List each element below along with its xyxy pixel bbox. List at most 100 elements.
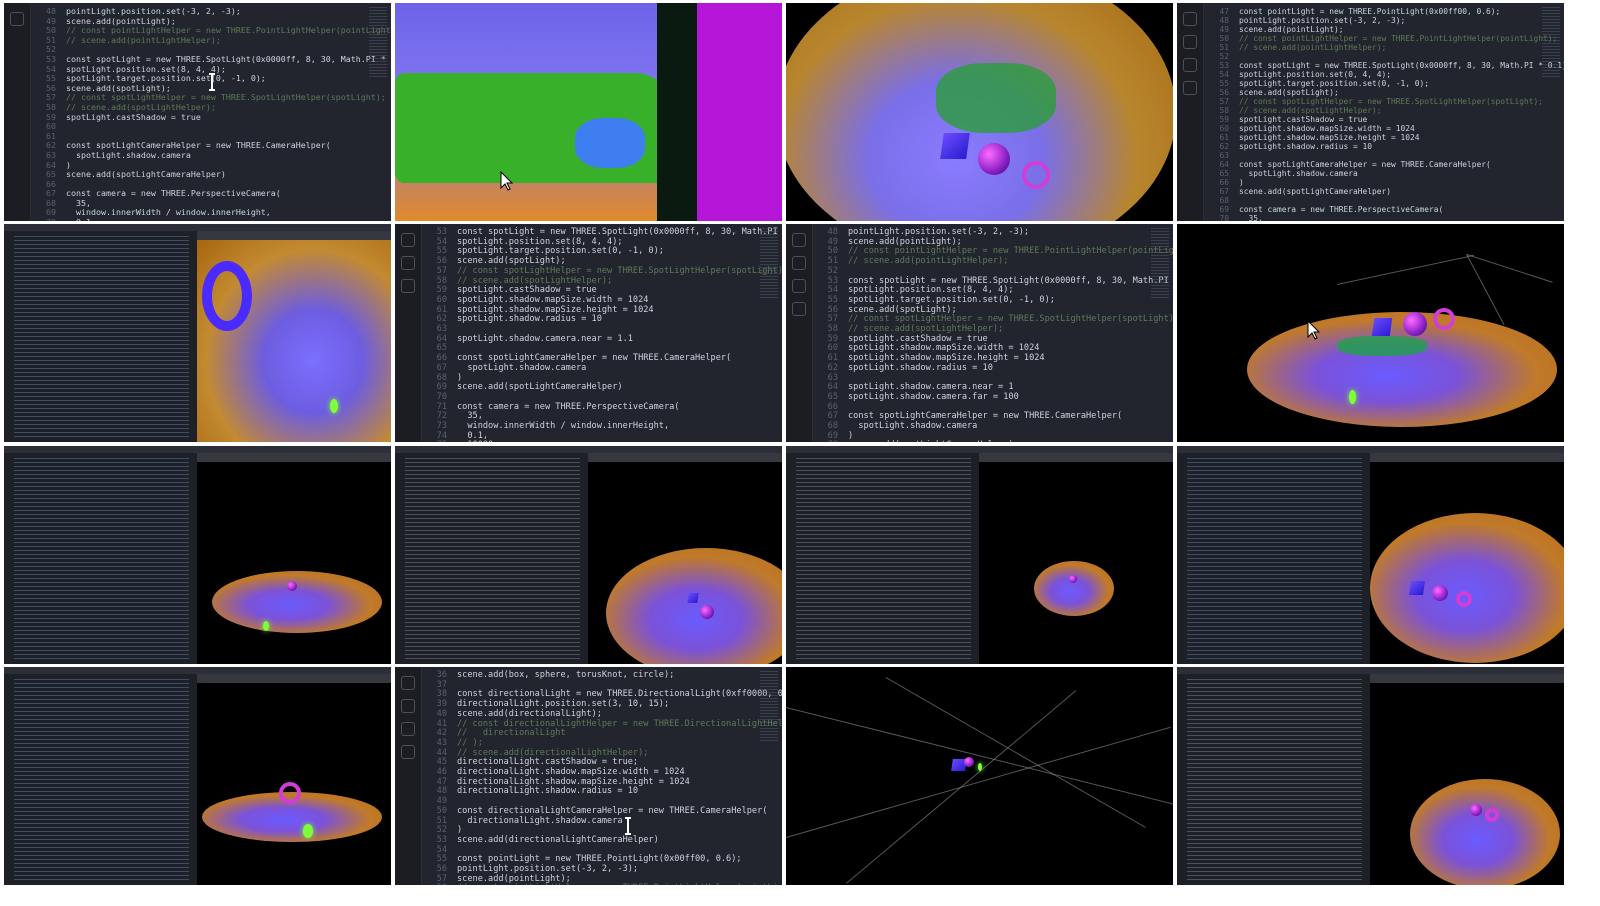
code-line[interactable]: 48 directionalLight.shadow.radius = 10 bbox=[425, 787, 756, 797]
code-text[interactable]: const camera = new THREE.PerspectiveCame… bbox=[457, 402, 679, 412]
code-text[interactable]: spotLight.position.set(8, 4, 4); bbox=[457, 237, 623, 247]
code-text[interactable]: directionalLight.castShadow = true; bbox=[457, 757, 638, 767]
code-lines[interactable]: 48 pointLight.position.set(-3, 2, -3); 49 s… bbox=[34, 6, 391, 221]
minimap[interactable] bbox=[1542, 7, 1560, 77]
minimap[interactable] bbox=[760, 228, 778, 298]
threejs-canvas[interactable] bbox=[786, 667, 1173, 885]
code-text[interactable]: spotLight.target.position.set(0, -1, 0); bbox=[848, 295, 1055, 305]
code-lines[interactable]: 53 const spotLight = new THREE.SpotLight(… bbox=[425, 227, 782, 442]
search-icon[interactable] bbox=[792, 256, 806, 270]
code-text[interactable]: spotLight.position.set(8, 4, 4); bbox=[848, 285, 1014, 295]
code-text[interactable]: directionalLight.shadow.radius = 10 bbox=[457, 786, 638, 797]
code-text[interactable]: // const spotLightHelper = new THREE.Spo… bbox=[1239, 97, 1543, 106]
code-text[interactable]: spotLight.target.position.set(0, -1, 0); bbox=[457, 246, 664, 257]
code-text[interactable]: spotLight.shadow.radius = 10 bbox=[1239, 142, 1372, 151]
code-editor[interactable]: 48 pointLight.position.set(-3, 2, -3); 49 s… bbox=[4, 3, 391, 221]
code-line[interactable]: 63 bbox=[1207, 151, 1538, 160]
code-line[interactable]: 69 const camera = new THREE.PerspectiveCa… bbox=[1207, 205, 1538, 214]
code-text[interactable]: pointLight.position.set(-3, 2, -3); bbox=[848, 227, 1029, 237]
browser-toolbar[interactable] bbox=[979, 453, 1173, 462]
code-text[interactable]: const spotLight = new THREE.SpotLight(0x… bbox=[457, 227, 782, 237]
browser-toolbar[interactable] bbox=[197, 674, 391, 683]
code-text[interactable]: // scene.add(directionalLightHelper); bbox=[457, 748, 648, 758]
code-text[interactable]: directionalLight.shadow.mapSize.height =… bbox=[457, 777, 690, 787]
minimap[interactable] bbox=[1151, 228, 1169, 298]
code-text[interactable]: spotLight.shadow.camera.near = 1.1 bbox=[457, 334, 633, 344]
code-line[interactable]: 64 const spotLightCameraHelper = new THRE… bbox=[1207, 160, 1538, 169]
browser-toolbar[interactable] bbox=[1370, 453, 1564, 462]
code-text[interactable]: // directionalLight bbox=[457, 728, 566, 738]
code-text[interactable]: spotLight.target.position.set(0, -1, 0); bbox=[1239, 79, 1429, 88]
minimap[interactable] bbox=[369, 7, 387, 77]
code-text[interactable]: spotLight.castShadow = true bbox=[848, 334, 988, 344]
code-text[interactable]: ) bbox=[457, 825, 462, 835]
search-icon[interactable] bbox=[401, 699, 415, 713]
extensions-icon[interactable] bbox=[401, 745, 415, 759]
code-line[interactable]: 54 spotLight.position.set(0, 4, 4); bbox=[1207, 70, 1538, 79]
code-text[interactable]: 10000 bbox=[457, 440, 493, 442]
code-line[interactable]: 49 scene.add(pointLight); bbox=[1207, 25, 1538, 34]
search-icon[interactable] bbox=[1183, 35, 1197, 49]
code-line[interactable]: 62 spotLight.shadow.radius = 10 bbox=[816, 363, 1147, 374]
code-line[interactable]: 55 spotLight.target.position.set(0, -1, 0… bbox=[1207, 79, 1538, 88]
browser-toolbar[interactable] bbox=[1370, 674, 1564, 683]
browser-window[interactable] bbox=[197, 453, 391, 664]
search-icon[interactable] bbox=[401, 256, 415, 270]
threejs-canvas[interactable] bbox=[786, 3, 1173, 221]
code-text[interactable]: // const pointLightHelper = new THREE.Po… bbox=[457, 883, 782, 885]
code-text[interactable]: // const directionalLightHelper = new TH… bbox=[457, 719, 782, 729]
browser-window[interactable] bbox=[197, 674, 391, 885]
code-text[interactable]: spotLight.shadow.camera bbox=[66, 150, 191, 160]
threejs-canvas[interactable] bbox=[395, 3, 782, 221]
code-text[interactable]: scene.add(directionalLightCameraHelper) bbox=[457, 835, 659, 845]
code-line[interactable]: 59 spotLight.castShadow = true bbox=[1207, 115, 1538, 124]
code-lines[interactable]: 36 scene.add(box, sphere, torusKnot, circ… bbox=[425, 670, 782, 885]
code-line[interactable]: 70 0.1, bbox=[34, 217, 365, 221]
code-text[interactable]: scene.add(pointLight); bbox=[1239, 25, 1344, 34]
code-text[interactable]: scene.add(spotLightCameraHelper) bbox=[848, 440, 1014, 442]
code-text[interactable]: scene.add(pointLight); bbox=[848, 237, 962, 247]
git-icon[interactable] bbox=[401, 279, 415, 293]
code-text[interactable]: spotLight.shadow.camera bbox=[848, 421, 977, 431]
code-text[interactable]: spotLight.shadow.camera.near = 1 bbox=[848, 382, 1014, 392]
code-line[interactable]: 65 scene.add(spotLightCameraHelper) bbox=[34, 169, 365, 180]
code-text[interactable]: 35, bbox=[1239, 214, 1263, 221]
code-text[interactable]: // const pointLightHelper = new THREE.Po… bbox=[1239, 34, 1557, 43]
code-text[interactable]: const spotLight = new THREE.SpotLight(0x… bbox=[848, 276, 1173, 286]
code-line[interactable]: 62 spotLight.shadow.radius = 10 bbox=[1207, 142, 1538, 151]
code-text[interactable]: scene.add(spotLightCameraHelper) bbox=[1239, 187, 1391, 196]
code-text[interactable]: spotLight.position.set(8, 4, 4); bbox=[66, 64, 226, 74]
code-text[interactable]: spotLight.shadow.mapSize.height = 1024 bbox=[457, 305, 654, 315]
code-line[interactable]: 61 spotLight.shadow.mapSize.height = 1024 bbox=[1207, 133, 1538, 142]
code-text[interactable]: ) bbox=[457, 373, 462, 383]
code-text[interactable]: const pointLight = new THREE.PointLight(… bbox=[1239, 7, 1500, 16]
code-text[interactable]: 35, bbox=[457, 411, 483, 422]
code-text[interactable]: spotLight.shadow.radius = 10 bbox=[457, 314, 602, 324]
code-text[interactable]: scene.add(pointLight); bbox=[457, 874, 571, 884]
code-text[interactable]: scene.add(directionalLight); bbox=[457, 709, 602, 719]
code-text[interactable]: 0.1, bbox=[457, 431, 488, 441]
code-panel[interactable] bbox=[405, 458, 580, 660]
git-icon[interactable] bbox=[401, 722, 415, 736]
code-text[interactable]: ) bbox=[66, 160, 71, 170]
code-text[interactable]: spotLight.shadow.camera.far = 100 bbox=[848, 392, 1019, 402]
file-icon[interactable] bbox=[792, 233, 806, 247]
code-text[interactable]: window.innerWidth / window.innerHeight, bbox=[457, 421, 669, 431]
code-text[interactable]: const spotLightCameraHelper = new THREE.… bbox=[848, 411, 1122, 422]
code-text[interactable]: spotLight.shadow.camera bbox=[1239, 169, 1358, 178]
code-panel[interactable] bbox=[14, 679, 189, 881]
code-text[interactable]: scene.add(spotLight); bbox=[457, 256, 566, 266]
code-text[interactable]: const pointLight = new THREE.PointLight(… bbox=[457, 854, 742, 865]
code-line[interactable]: 52 bbox=[1207, 52, 1538, 61]
code-text[interactable]: directionalLight.shadow.camera bbox=[457, 816, 622, 826]
code-text[interactable]: const camera = new THREE.PerspectiveCame… bbox=[66, 188, 281, 198]
code-line[interactable]: 51 directionalLight.shadow.camera bbox=[425, 816, 756, 827]
browser-toolbar[interactable] bbox=[197, 453, 391, 462]
code-line[interactable]: 62 spotLight.shadow.radius = 10 bbox=[425, 314, 756, 325]
git-icon[interactable] bbox=[792, 279, 806, 293]
code-text[interactable]: const spotLight = new THREE.SpotLight(0x… bbox=[66, 54, 391, 64]
code-text[interactable]: scene.add(spotLight); bbox=[848, 305, 957, 315]
code-text[interactable]: scene.add(pointLight); bbox=[66, 16, 176, 26]
code-panel[interactable] bbox=[1187, 458, 1362, 660]
code-text[interactable]: const spotLightCameraHelper = new THREE.… bbox=[66, 140, 331, 151]
